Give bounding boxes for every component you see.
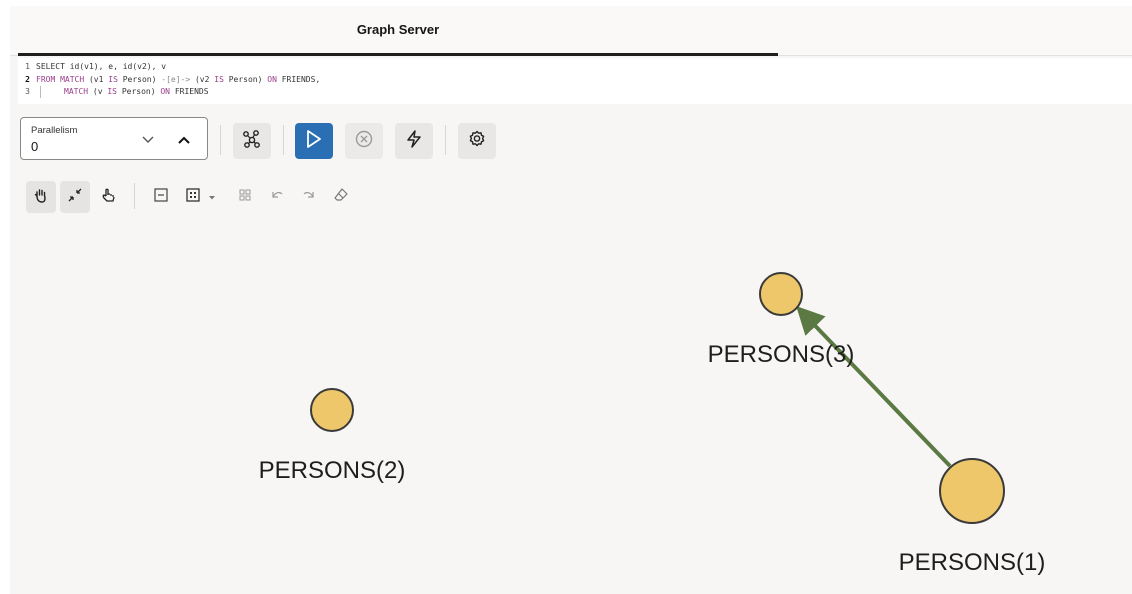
layout-options-icon	[237, 187, 253, 208]
line-number: 2	[25, 74, 30, 84]
caret-down-icon	[208, 188, 216, 206]
code-token: -[e]->	[161, 74, 191, 84]
settings-button[interactable]	[458, 123, 496, 159]
pan-button[interactable]	[26, 181, 56, 213]
divider	[445, 125, 446, 155]
code-line: 2 FROM MATCH (v1 IS Person) -[e]-> (v2 I…	[18, 74, 1132, 87]
code-token: (v	[88, 87, 108, 96]
code-token: Person)	[117, 74, 162, 84]
fit-screen-button[interactable]	[60, 181, 90, 213]
undo-icon	[269, 187, 285, 208]
code-line: 3 MATCH (v IS Person) ON FRIENDS	[18, 86, 1132, 99]
parallelism-value[interactable]: 0	[31, 139, 38, 154]
code-line: 1 SELECT id(v1), e, id(v2), v	[18, 61, 1132, 74]
cancel-icon	[354, 129, 374, 154]
divider	[220, 125, 221, 155]
code-text: SELECT id(v1), e, id(v2), v	[36, 61, 166, 74]
redo-icon	[301, 187, 317, 208]
run-button[interactable]	[295, 123, 333, 159]
layout-dropdown-button[interactable]	[204, 181, 220, 213]
indent-guide	[40, 86, 64, 98]
fit-screen-icon	[67, 187, 83, 208]
tab-bar: Graph Server	[10, 6, 1132, 56]
code-token: FRIENDS,	[276, 74, 321, 84]
code-token: MATCH	[64, 87, 89, 96]
query-editor[interactable]: 1 SELECT id(v1), e, id(v2), v 2 FROM MAT…	[18, 58, 1132, 104]
collapse-button[interactable]	[146, 181, 176, 213]
divider	[283, 125, 284, 155]
code-token: Person)	[117, 87, 161, 96]
parallelism-stepper[interactable]: Parallelism 0	[20, 117, 208, 160]
divider	[134, 183, 135, 209]
code-token: SELECT id(v1), e, id(v2), v	[36, 62, 167, 71]
line-number: 3	[25, 87, 30, 96]
layout-options-button[interactable]	[230, 181, 260, 213]
code-token: FROM MATCH	[36, 74, 85, 84]
code-token: FRIENDS	[170, 87, 209, 96]
chevron-down-icon[interactable]	[137, 130, 159, 150]
tab-graph-server[interactable]: Graph Server	[18, 6, 778, 56]
run-icon	[305, 129, 323, 154]
redo-button[interactable]	[294, 181, 324, 213]
node-label: PERSONS(1)	[899, 549, 1046, 576]
flash-icon	[404, 129, 424, 154]
code-text: MATCH (v IS Person) ON FRIENDS	[64, 86, 209, 99]
node-label: PERSONS(2)	[259, 457, 406, 484]
node-label: PERSONS(3)	[708, 341, 855, 368]
code-token: IS	[108, 74, 118, 84]
code-token: IS	[214, 74, 224, 84]
select-button[interactable]	[94, 181, 124, 213]
code-token: ON	[160, 87, 170, 96]
code-token: (v1	[84, 74, 109, 84]
node-persons-1[interactable]	[939, 458, 1005, 524]
code-token: Person)	[223, 74, 268, 84]
code-token: (v2	[190, 74, 215, 84]
collapse-icon	[153, 187, 169, 208]
node-persons-2[interactable]	[310, 388, 354, 432]
graph-settings-button[interactable]	[233, 123, 271, 159]
clear-button[interactable]	[326, 181, 356, 213]
settings-gear-icon	[467, 129, 487, 154]
cancel-button[interactable]	[345, 123, 383, 159]
tab-label: Graph Server	[356, 22, 440, 37]
select-hand-icon	[101, 187, 117, 208]
code-token: ON	[267, 74, 277, 84]
undo-button[interactable]	[262, 181, 292, 213]
eraser-icon	[333, 187, 349, 208]
parallelism-label: Parallelism	[31, 125, 78, 136]
flash-button[interactable]	[395, 123, 433, 159]
layout-grid-icon	[185, 187, 201, 208]
code-token: IS	[107, 87, 117, 96]
code-text: FROM MATCH (v1 IS Person) -[e]-> (v2 IS …	[36, 74, 320, 87]
pan-hand-icon	[33, 187, 49, 208]
graph-settings-icon	[242, 129, 262, 154]
chevron-up-icon[interactable]	[173, 130, 195, 150]
node-persons-3[interactable]	[759, 272, 803, 316]
line-number: 1	[25, 62, 30, 71]
